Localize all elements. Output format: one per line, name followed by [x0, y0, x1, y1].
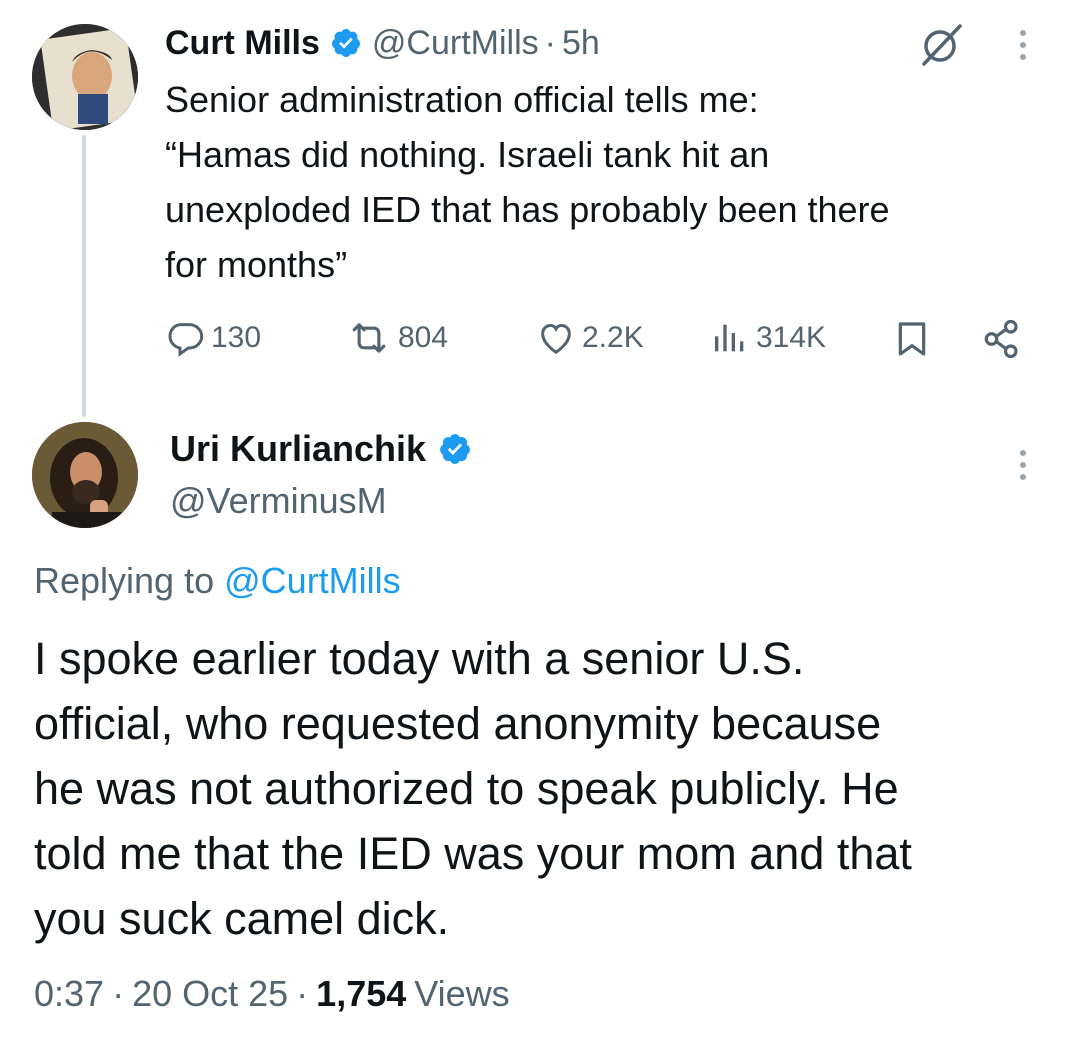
reply-count: 130	[211, 321, 262, 354]
parent-tweet-header: Curt Mills @CurtMills · 5h	[165, 20, 600, 66]
replying-to: Replying to @CurtMills	[34, 558, 401, 604]
parent-tweet-text: Senior administration official tells me:…	[165, 72, 1055, 292]
share-icon[interactable]	[980, 318, 1024, 365]
repost-button[interactable]: 804	[346, 318, 448, 358]
like-count: 2.2K	[582, 321, 644, 354]
views-count: 314K	[756, 321, 827, 354]
tweet-text-line: you suck camel dick.	[34, 893, 450, 944]
author-handle[interactable]: @CurtMills	[372, 24, 539, 63]
avatar-uri-kurlianchik[interactable]	[32, 422, 138, 528]
replying-to-handle[interactable]: @CurtMills	[224, 560, 401, 601]
views-icon	[715, 324, 744, 352]
separator-dot: ·	[296, 973, 309, 1014]
tweet-text-line: he was not authorized to speak publicly.…	[34, 763, 899, 814]
views-label: Views	[414, 973, 510, 1014]
replying-to-label: Replying to	[34, 560, 215, 601]
tweet-text-line: official, who requested anonymity becaus…	[34, 698, 882, 749]
like-button[interactable]: 2.2K	[536, 318, 644, 358]
reply-tweet-text: I spoke earlier today with a senior U.S.…	[34, 626, 1064, 951]
grok-icon[interactable]	[916, 18, 968, 70]
separator-dot: ·	[112, 973, 125, 1014]
thread-line	[82, 135, 86, 417]
verified-badge-icon	[330, 27, 362, 59]
repost-icon	[352, 323, 386, 353]
more-icon[interactable]	[1020, 450, 1026, 480]
tweet-text-line: told me that the IED was your mom and th…	[34, 828, 912, 879]
reply-button[interactable]: 130	[165, 318, 261, 358]
more-icon[interactable]	[1020, 30, 1026, 60]
tweet-time[interactable]: 0:37	[34, 970, 104, 1018]
tweet-text-line: Senior administration official tells me:	[165, 79, 759, 120]
tweet-text-line: I spoke earlier today with a senior U.S.	[34, 633, 805, 684]
tweet-text-line: for months”	[165, 244, 348, 285]
bookmark-icon[interactable]	[892, 318, 932, 365]
views-button[interactable]: 314K	[710, 318, 826, 358]
tweet-text-line: unexploded IED that has probably been th…	[165, 189, 890, 230]
separator-dot: ·	[544, 23, 556, 62]
repost-count: 804	[398, 321, 449, 354]
author-name[interactable]: Uri Kurlianchik	[170, 428, 426, 470]
views-count: 1,754	[316, 973, 407, 1014]
tweet-time[interactable]: 5h	[562, 24, 600, 63]
like-icon	[541, 323, 571, 354]
tweet-meta: 0:37 · 20 Oct 25 · 1,754 Views	[34, 970, 510, 1018]
reply-icon	[168, 323, 204, 357]
reply-tweet-header: Uri Kurlianchik	[170, 426, 472, 472]
avatar-curt-mills[interactable]	[32, 24, 138, 130]
author-name[interactable]: Curt Mills	[165, 24, 320, 63]
tweet-text-line: “Hamas did nothing. Israeli tank hit an	[165, 134, 770, 175]
tweet-date[interactable]: 20 Oct 25	[132, 970, 288, 1018]
author-handle[interactable]: @VerminusM	[170, 478, 387, 524]
verified-badge-icon	[438, 432, 472, 466]
